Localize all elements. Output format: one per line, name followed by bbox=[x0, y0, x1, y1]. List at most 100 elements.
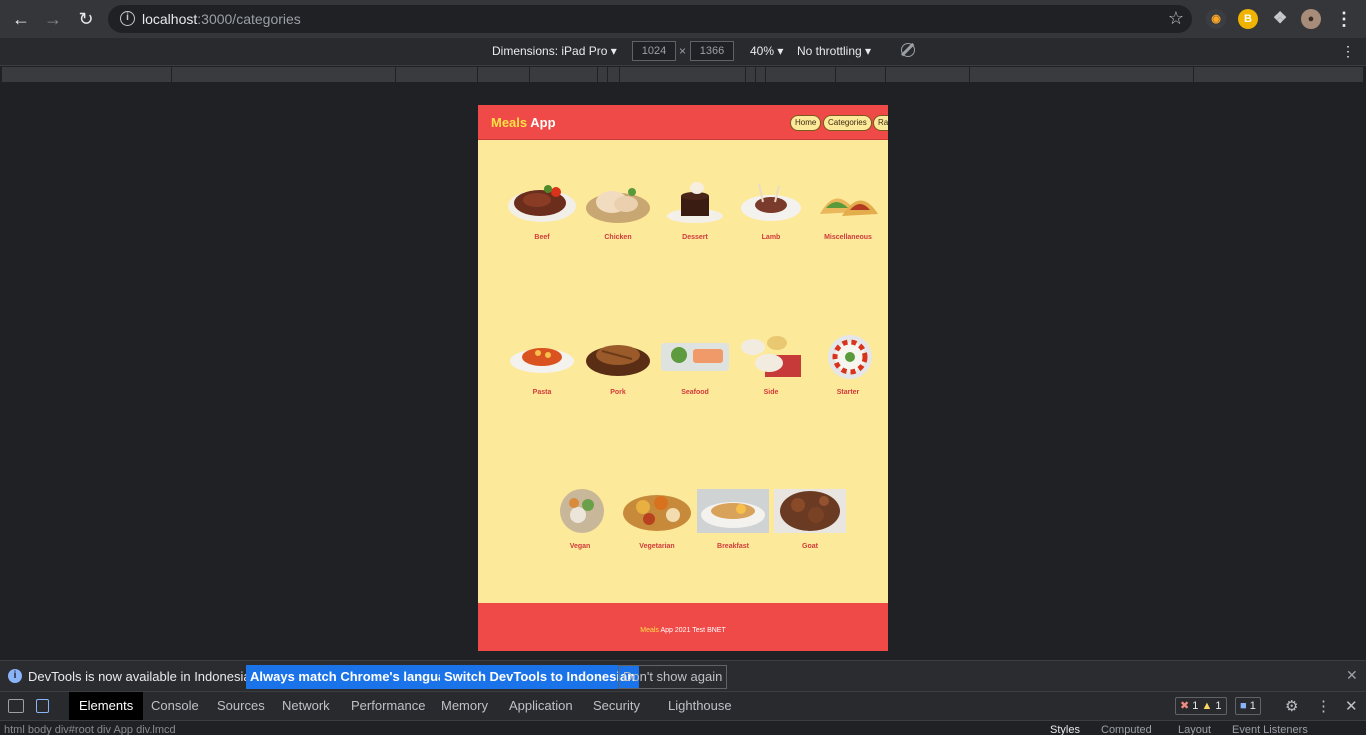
category-card-pasta[interactable]: Pasta bbox=[504, 333, 580, 396]
media-query-segment[interactable] bbox=[970, 67, 1194, 82]
media-query-segment[interactable] bbox=[756, 67, 766, 82]
messages-counter[interactable]: ■ 1 bbox=[1235, 697, 1261, 715]
issues-counter[interactable]: ✖ 1 ▲ 1 bbox=[1175, 697, 1227, 715]
lamb-image bbox=[735, 178, 807, 226]
tab-computed[interactable]: Computed bbox=[1101, 724, 1152, 735]
category-label: Pork bbox=[610, 389, 626, 396]
site-info-icon[interactable]: i bbox=[120, 11, 135, 26]
nav-home-button[interactable]: Home bbox=[790, 115, 822, 131]
category-card-starter[interactable]: Starter bbox=[810, 333, 886, 396]
media-query-segment[interactable] bbox=[886, 67, 970, 82]
media-query-segment[interactable] bbox=[530, 67, 598, 82]
category-card-dessert[interactable]: Dessert bbox=[657, 178, 733, 241]
device-height-input[interactable]: 1366 bbox=[690, 41, 734, 61]
tab-lighthouse[interactable]: Lighthouse bbox=[658, 692, 742, 720]
rotate-icon[interactable] bbox=[898, 40, 918, 60]
media-query-segment[interactable] bbox=[2, 67, 172, 82]
devtools-lower-panel: html body div#root div App div.lmcd Styl… bbox=[0, 720, 1366, 735]
media-query-segment[interactable] bbox=[478, 67, 530, 82]
tab-network[interactable]: Network bbox=[272, 692, 340, 720]
seafood-image bbox=[659, 333, 731, 381]
devtools-more-icon[interactable]: ⋮ bbox=[1316, 697, 1331, 715]
category-card-seafood[interactable]: Seafood bbox=[657, 333, 733, 396]
goat-image bbox=[774, 487, 846, 535]
category-card-vegetarian[interactable]: Vegetarian bbox=[619, 487, 695, 550]
device-more-icon[interactable]: ⋮ bbox=[1341, 43, 1355, 60]
pork-image bbox=[582, 333, 654, 381]
bookmark-star-icon[interactable]: ☆ bbox=[1168, 8, 1184, 29]
tab-styles[interactable]: Styles bbox=[1050, 724, 1080, 735]
category-card-miscellaneous[interactable]: Miscellaneous bbox=[810, 178, 886, 241]
address-bar[interactable]: i localhost:3000/categories ☆ bbox=[108, 5, 1192, 33]
close-icon[interactable]: ✕ bbox=[1346, 667, 1358, 684]
extensions-puzzle-icon[interactable]: ❖ bbox=[1270, 9, 1290, 29]
owl-extension-icon[interactable]: ◉ bbox=[1206, 9, 1226, 29]
category-card-goat[interactable]: Goat bbox=[772, 487, 848, 550]
device-dimensions-select[interactable]: Dimensions: iPad Pro ▾ bbox=[492, 44, 617, 58]
dessert-image bbox=[659, 178, 731, 226]
chrome-menu-icon[interactable]: ⋮ bbox=[1334, 9, 1354, 29]
media-query-segment[interactable] bbox=[836, 67, 886, 82]
tab-sources[interactable]: Sources bbox=[207, 692, 275, 720]
media-query-segment[interactable] bbox=[172, 67, 396, 82]
tab-elements[interactable]: Elements bbox=[69, 692, 144, 720]
profile-avatar[interactable]: ● bbox=[1301, 9, 1321, 29]
media-query-segment[interactable] bbox=[1194, 67, 1364, 82]
category-label: Goat bbox=[802, 543, 818, 550]
switch-devtools-language-button[interactable]: Switch DevTools to Indonesian bbox=[440, 665, 640, 689]
category-label: Starter bbox=[836, 389, 860, 396]
dont-show-again-button[interactable]: Don't show again bbox=[618, 665, 728, 689]
category-label: Seafood bbox=[681, 389, 709, 396]
tab-event-listeners[interactable]: Event Listeners bbox=[1232, 724, 1308, 735]
vegetarian-image bbox=[621, 487, 693, 535]
category-card-pork[interactable]: Pork bbox=[580, 333, 656, 396]
back-icon[interactable]: ← bbox=[8, 7, 34, 31]
inspect-element-icon[interactable] bbox=[8, 699, 24, 713]
nav-random-button[interactable]: Ran bbox=[873, 115, 888, 131]
bitcoin-extension-icon[interactable]: B bbox=[1238, 9, 1258, 29]
media-query-segment[interactable] bbox=[766, 67, 836, 82]
media-query-segment[interactable] bbox=[620, 67, 746, 82]
footer-text: Meals App 2021 Test BNET bbox=[640, 627, 726, 634]
tab-console[interactable]: Console bbox=[141, 692, 209, 720]
media-query-segment[interactable] bbox=[746, 67, 756, 82]
side-image bbox=[735, 333, 807, 381]
breakfast-image bbox=[697, 487, 769, 535]
category-card-lamb[interactable]: Lamb bbox=[733, 178, 809, 241]
reload-icon[interactable]: ↻ bbox=[73, 7, 99, 31]
category-label: Pasta bbox=[532, 389, 552, 396]
tab-security[interactable]: Security bbox=[583, 692, 650, 720]
throttling-select[interactable]: No throttling ▾ bbox=[797, 44, 871, 58]
starter-image bbox=[812, 333, 884, 381]
tab-memory[interactable]: Memory bbox=[431, 692, 498, 720]
always-match-language-button[interactable]: Always match Chrome's language bbox=[246, 665, 465, 689]
close-devtools-icon[interactable]: ✕ bbox=[1345, 697, 1358, 715]
media-query-segment[interactable] bbox=[608, 67, 620, 82]
category-label: Chicken bbox=[604, 234, 632, 241]
tab-application[interactable]: Application bbox=[499, 692, 583, 720]
category-card-vegan[interactable]: Vegan bbox=[542, 487, 618, 550]
device-toolbar-toggle-icon[interactable] bbox=[36, 699, 49, 713]
device-width-input[interactable]: 1024 bbox=[632, 41, 676, 61]
category-card-chicken[interactable]: Chicken bbox=[580, 178, 656, 241]
app-brand[interactable]: Meals App bbox=[491, 115, 556, 130]
url-text: localhost:3000/categories bbox=[142, 11, 301, 27]
media-query-bar bbox=[2, 67, 1364, 82]
tab-performance[interactable]: Performance bbox=[341, 692, 435, 720]
category-card-beef[interactable]: Beef bbox=[504, 178, 580, 241]
zoom-select[interactable]: 40% ▾ bbox=[750, 44, 783, 58]
category-card-side[interactable]: Side bbox=[733, 333, 809, 396]
media-query-segment[interactable] bbox=[396, 67, 478, 82]
tab-layout[interactable]: Layout bbox=[1178, 724, 1211, 735]
category-card-breakfast[interactable]: Breakfast bbox=[695, 487, 771, 550]
forward-icon[interactable]: → bbox=[40, 7, 66, 31]
elements-breadcrumb[interactable]: html body div#root div App div.lmcd bbox=[4, 724, 176, 735]
pasta-image bbox=[506, 333, 578, 381]
nav-categories-button[interactable]: Categories bbox=[823, 115, 872, 131]
media-query-segment[interactable] bbox=[598, 67, 608, 82]
app-footer: Meals App 2021 Test BNET bbox=[478, 603, 888, 651]
category-label: Side bbox=[763, 389, 779, 396]
devtools-tabbar: Elements Console Sources Network Perform… bbox=[0, 691, 1366, 720]
settings-gear-icon[interactable]: ⚙ bbox=[1285, 697, 1298, 715]
category-label: Breakfast bbox=[717, 543, 749, 550]
